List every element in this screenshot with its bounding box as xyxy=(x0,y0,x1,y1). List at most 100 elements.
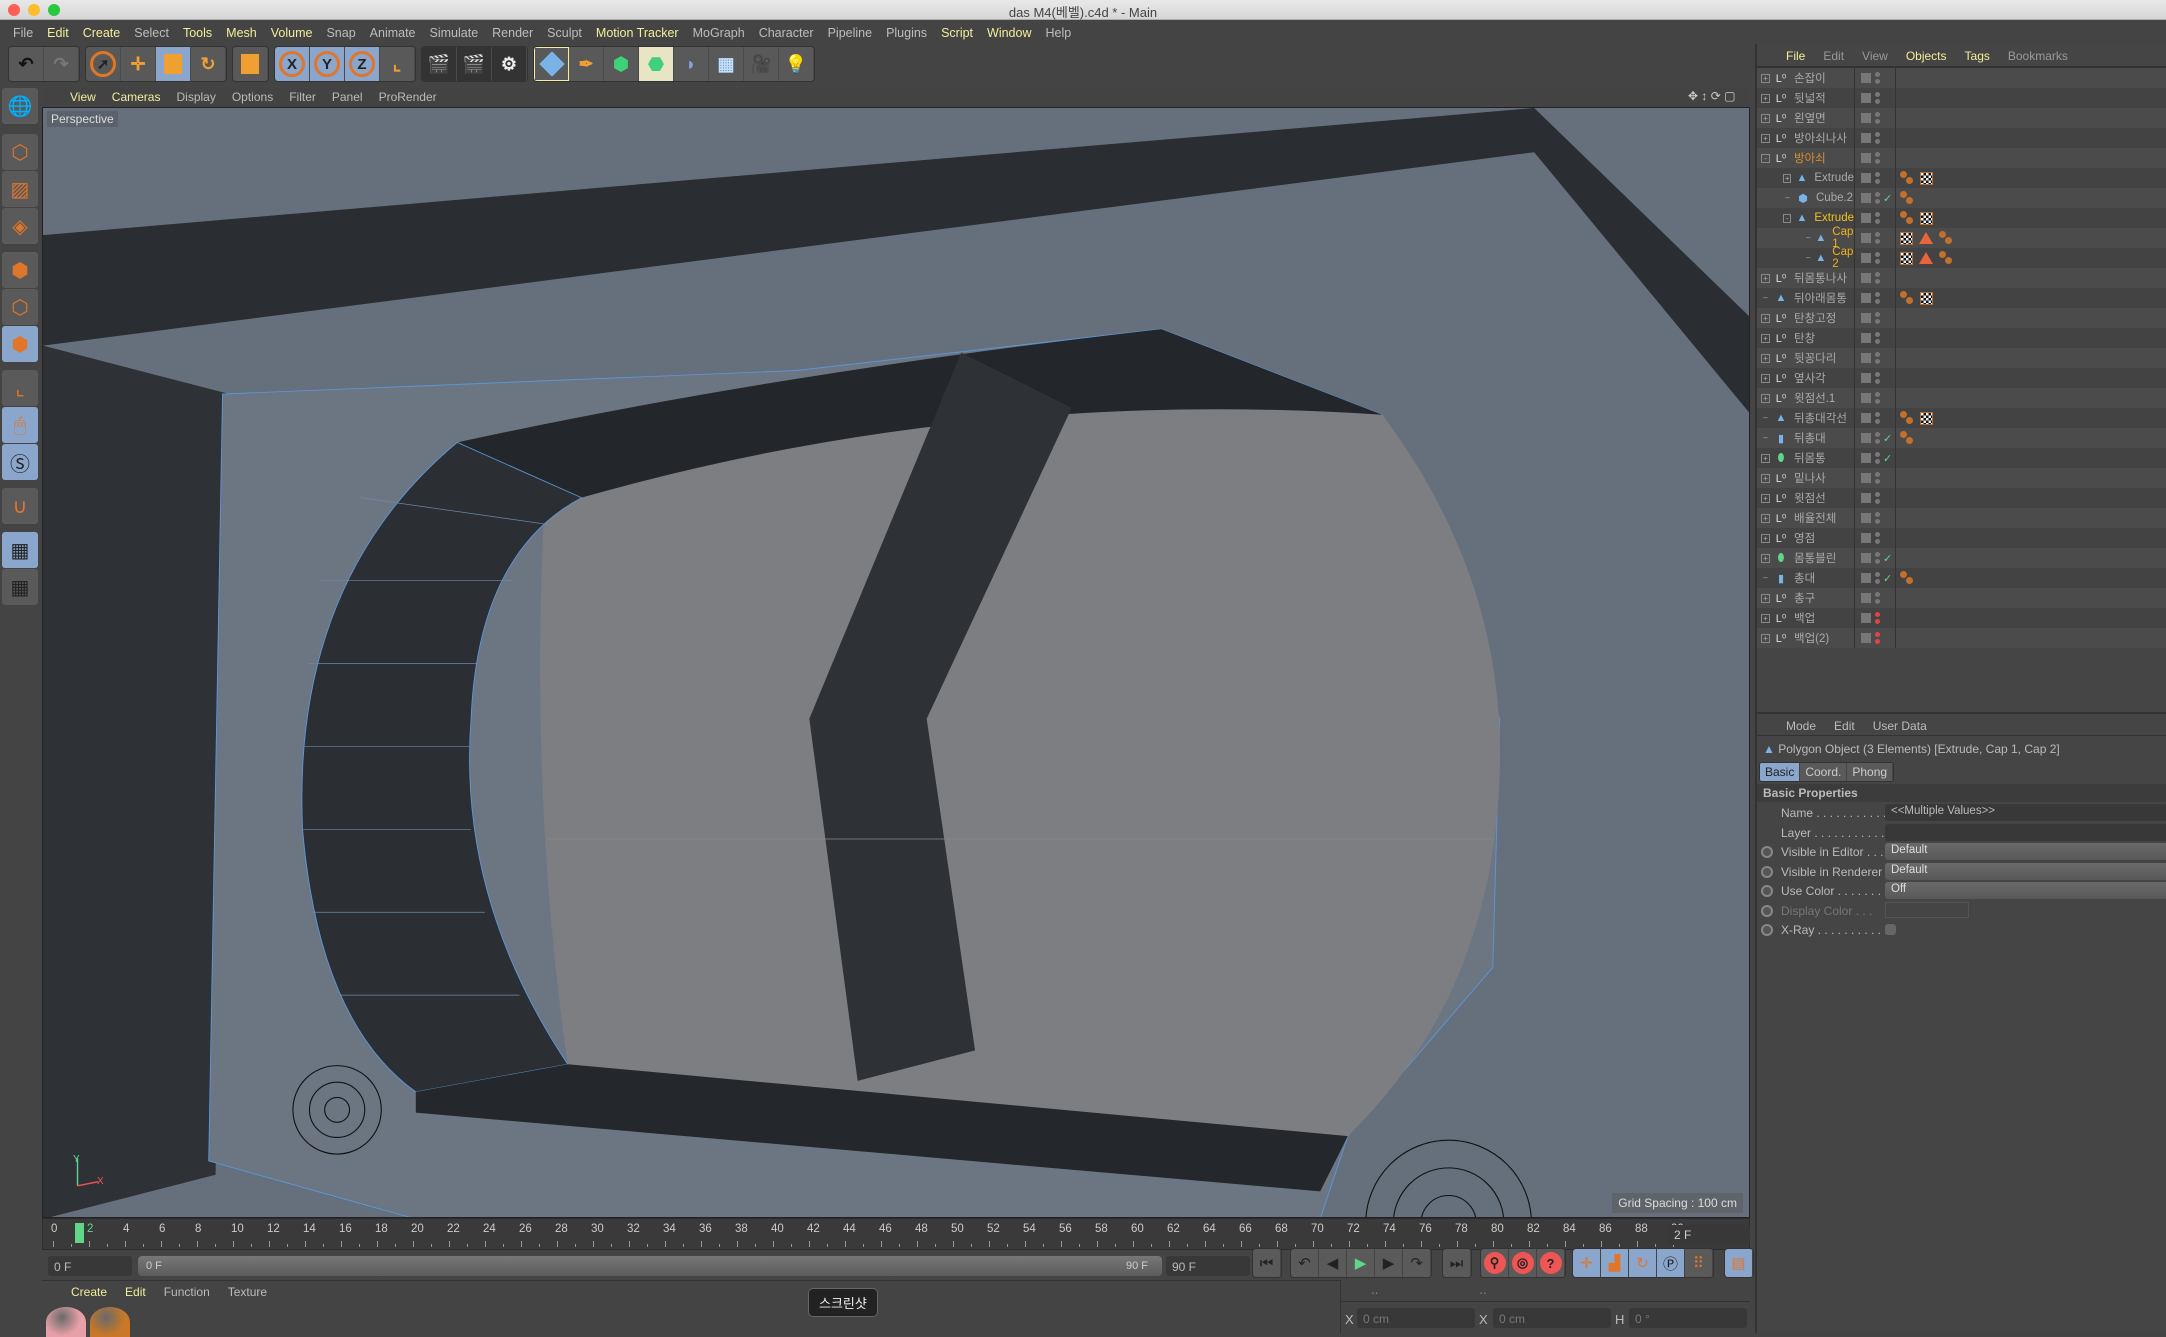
polygons-mode-icon[interactable]: ⬢ xyxy=(2,326,38,362)
property-value-dropdown[interactable]: Off xyxy=(1885,882,2166,899)
enabled-check-icon[interactable]: ✓ xyxy=(1883,452,1895,465)
visibility-dot-icon[interactable] xyxy=(1874,192,1880,197)
visibility-dots[interactable] xyxy=(1871,552,1883,564)
material-tag-icon[interactable] xyxy=(1939,231,1953,245)
expand-toggle[interactable]: + xyxy=(1761,93,1770,103)
edit-visibility-icon[interactable] xyxy=(1861,373,1871,383)
next-key-icon[interactable]: ↷ xyxy=(1403,1249,1431,1277)
visibility-dots[interactable] xyxy=(1871,492,1883,504)
object-name[interactable]: 백업(2) xyxy=(1794,630,1829,646)
visibility-dots[interactable] xyxy=(1871,152,1883,164)
menu-file[interactable]: File xyxy=(6,21,40,43)
menu-volume[interactable]: Volume xyxy=(264,21,320,43)
visibility-dot-icon[interactable] xyxy=(1874,479,1880,484)
visibility-dot-icon[interactable] xyxy=(1874,612,1880,617)
expand-toggle[interactable]: + xyxy=(1761,133,1770,143)
object-row[interactable]: – ▲ Cap 1 xyxy=(1757,226,2166,250)
timeline-window-icon[interactable]: ▤ xyxy=(1725,1249,1753,1277)
visibility-dot-icon[interactable] xyxy=(1874,372,1880,377)
keyframe-selection-icon[interactable]: ? xyxy=(1537,1249,1565,1277)
visibility-dot-icon[interactable] xyxy=(1874,599,1880,604)
object-name[interactable]: 영점 xyxy=(1794,530,1815,546)
visibility-dot-icon[interactable] xyxy=(1874,492,1880,497)
visibility-dot-icon[interactable] xyxy=(1874,459,1880,464)
edit-visibility-icon[interactable] xyxy=(1861,93,1871,103)
visibility-dots[interactable] xyxy=(1871,412,1883,424)
object-name[interactable]: 탄창 xyxy=(1794,330,1815,346)
material-tag-icon[interactable] xyxy=(1900,411,1914,425)
material-menu-texture[interactable]: Texture xyxy=(219,1285,276,1299)
snap-magnet-icon[interactable]: ∪ xyxy=(2,488,38,524)
am-menu-mode[interactable]: Mode xyxy=(1777,719,1825,735)
tab-coord[interactable]: Coord. xyxy=(1800,763,1848,781)
object-name[interactable]: 총대 xyxy=(1794,570,1815,586)
make-editable-icon[interactable]: 🌐 xyxy=(2,88,38,124)
visibility-dots[interactable] xyxy=(1871,572,1883,584)
animation-radio-button[interactable] xyxy=(1761,865,1773,878)
animation-radio-button[interactable] xyxy=(1761,885,1773,897)
display-color-swatch[interactable] xyxy=(1885,901,1969,918)
expand-toggle[interactable]: + xyxy=(1761,613,1770,623)
edit-visibility-icon[interactable] xyxy=(1861,313,1871,323)
visibility-dot-icon[interactable] xyxy=(1874,92,1880,97)
tab-basic[interactable]: Basic xyxy=(1760,763,1801,781)
edges-mode-icon[interactable]: ⬡ xyxy=(2,289,38,325)
edit-visibility-icon[interactable] xyxy=(1861,153,1871,163)
edit-visibility-icon[interactable] xyxy=(1861,533,1871,543)
expand-toggle[interactable]: + xyxy=(1761,593,1770,603)
render-view-icon[interactable]: 🎬 xyxy=(422,47,457,81)
tweak-mode-icon[interactable]: 🖱 xyxy=(2,407,38,443)
3d-viewport[interactable]: Perspective Grid Spacing : 100 cm Y X xyxy=(42,107,1750,1218)
expand-toggle[interactable]: + xyxy=(1761,373,1770,383)
object-name[interactable]: Cube.2 xyxy=(1816,192,1853,204)
edit-visibility-icon[interactable] xyxy=(1861,133,1871,143)
object-name[interactable]: 뒤몸통나사 xyxy=(1794,270,1847,286)
edit-visibility-icon[interactable] xyxy=(1861,273,1871,283)
visibility-dot-icon[interactable] xyxy=(1874,452,1880,457)
expand-toggle[interactable]: + xyxy=(1761,273,1770,283)
om-menu-bookmarks[interactable]: Bookmarks xyxy=(1999,49,2077,66)
visibility-dot-icon[interactable] xyxy=(1874,512,1880,517)
solo-icon[interactable]: Ⓢ xyxy=(2,444,38,480)
visibility-dot-icon[interactable] xyxy=(1874,292,1880,297)
object-name[interactable]: 방아쇠 xyxy=(1794,150,1826,166)
visibility-dots[interactable] xyxy=(1871,112,1883,124)
object-name[interactable]: 윗점선.1 xyxy=(1794,390,1835,406)
visibility-dots[interactable] xyxy=(1871,72,1883,84)
visibility-dots[interactable] xyxy=(1871,612,1883,624)
coord-size-x-field[interactable]: 0 cm xyxy=(1493,1308,1611,1328)
camera-icon[interactable]: 🎥 xyxy=(744,47,779,81)
object-name[interactable]: 뒤총대 xyxy=(1794,430,1826,446)
object-row[interactable]: + L⁰ 뒷넓적 xyxy=(1757,88,2166,108)
object-row[interactable]: + L⁰ 백업 xyxy=(1757,608,2166,628)
redo-icon[interactable]: ↷ xyxy=(44,47,79,81)
checker-tag-icon[interactable] xyxy=(1920,291,1933,305)
object-row[interactable]: – ▲ Cap 2 xyxy=(1757,246,2166,270)
object-row[interactable]: + ▲ Extrude xyxy=(1757,168,2166,188)
goto-start-icon[interactable]: ⏮ xyxy=(1253,1249,1281,1277)
visibility-dot-icon[interactable] xyxy=(1874,259,1880,264)
visibility-dots[interactable] xyxy=(1871,432,1883,444)
scale-icon[interactable] xyxy=(156,47,191,81)
visibility-dots[interactable] xyxy=(1871,272,1883,284)
visibility-dot-icon[interactable] xyxy=(1874,299,1880,304)
start-frame-field[interactable]: 0 F xyxy=(48,1256,132,1276)
visibility-dot-icon[interactable] xyxy=(1874,552,1880,557)
edit-visibility-icon[interactable] xyxy=(1861,473,1871,483)
record-key-icon[interactable]: ⚲ xyxy=(1481,1249,1509,1277)
visibility-dot-icon[interactable] xyxy=(1874,379,1880,384)
object-row[interactable]: + L⁰ 탄창고정 xyxy=(1757,308,2166,328)
expand-toggle[interactable]: + xyxy=(1761,313,1770,323)
deformer-icon[interactable]: ◗ xyxy=(674,47,709,81)
menu-create[interactable]: Create xyxy=(76,21,128,43)
visibility-dots[interactable] xyxy=(1871,532,1883,544)
key-rotation-icon[interactable]: ↻ xyxy=(1629,1249,1657,1277)
expand-toggle[interactable]: + xyxy=(1761,333,1770,343)
key-position-icon[interactable]: ✛ xyxy=(1573,1249,1601,1277)
visibility-dot-icon[interactable] xyxy=(1874,619,1880,624)
menu-select[interactable]: Select xyxy=(127,21,176,43)
previous-key-icon[interactable]: ↶ xyxy=(1291,1249,1319,1277)
object-row[interactable]: – ▮ 뒤총대 ✓ xyxy=(1757,428,2166,448)
visibility-dot-icon[interactable] xyxy=(1874,312,1880,317)
object-row[interactable]: + L⁰ 윗점선 xyxy=(1757,488,2166,508)
